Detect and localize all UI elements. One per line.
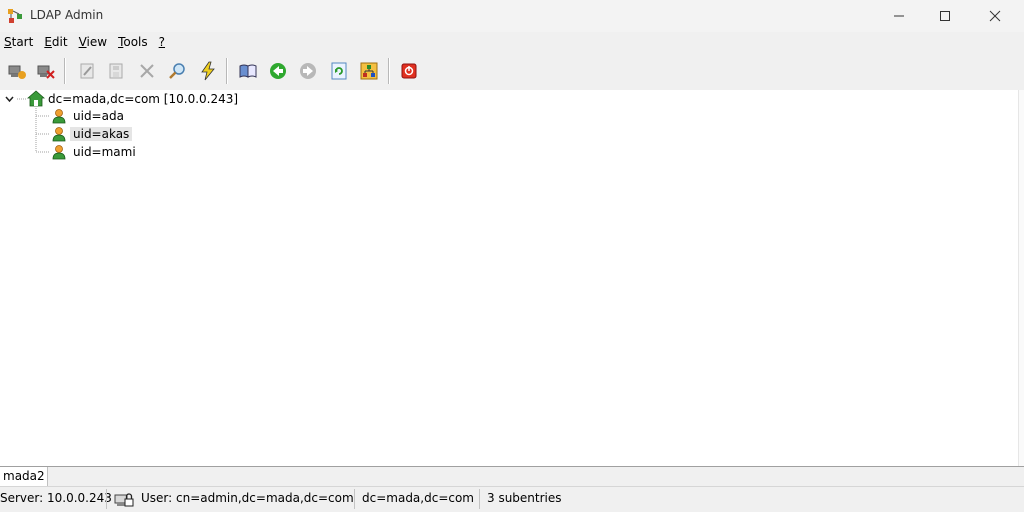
tree-icon [360,62,378,80]
menu-view-accel: V [78,35,87,49]
menu-start[interactable]: Start [0,35,40,49]
maximize-icon [940,11,950,21]
user-icon [52,127,66,142]
save-entry-button[interactable] [106,61,126,81]
status-bar: Server: 10.0.0.243 User: cn=admin,dc=mad… [0,486,1024,512]
minimize-button[interactable] [876,0,922,32]
disconnect-button[interactable] [36,61,56,81]
status-user: User: cn=admin,dc=mada,dc=com [141,491,354,505]
menu-view[interactable]: View [75,35,114,49]
status-separator [354,489,355,509]
tree-node-mami[interactable]: uid=mami [73,145,136,159]
disconnect-icon [37,65,55,79]
user-icon [52,109,66,124]
menu-bar: Start Edit View Tools ? [0,32,1024,52]
save-entry-icon [109,63,123,79]
ldap-admin-app-icon [8,9,22,23]
menu-edit-label: dit [51,35,68,49]
menu-help-accel: ? [158,35,166,49]
status-subentry-count: 3 subentries [487,491,562,505]
menu-edit-accel: E [44,35,52,49]
connection-tab-bar: mada2 [0,466,1024,487]
schema-button[interactable] [238,61,258,81]
edit-entry-button[interactable] [77,61,97,81]
menu-view-label: iew [86,35,108,49]
close-button[interactable] [972,0,1018,32]
close-icon [989,10,1001,22]
user-icon [52,145,66,160]
menu-start-label: tart [11,35,34,49]
refresh-icon [331,62,347,80]
forward-icon [300,63,316,79]
toolbar-separator [226,58,228,84]
menu-edit[interactable]: Edit [40,35,74,49]
quick-action-icon [201,61,215,81]
status-server: Server: 10.0.0.243 [0,491,112,505]
maximize-button[interactable] [922,0,968,32]
ldap-tree-view[interactable]: dc=mada,dc=com [10.0.0.243] uid=ada uid=… [0,90,1018,466]
tree-node-akas-selected[interactable]: uid=akas [70,127,133,141]
menu-tools-label: ools [123,35,148,49]
menu-start-accel: S [4,35,12,49]
exit-button[interactable] [399,61,419,81]
toolbar-separator [64,58,66,84]
forward-button[interactable] [298,61,318,81]
toolbar-separator [388,58,390,84]
vertical-scroll-gutter[interactable] [1018,90,1024,466]
search-button[interactable] [167,61,187,81]
status-separator [479,489,480,509]
menu-help[interactable]: ? [155,35,172,49]
toolbar [0,52,1024,91]
connect-icon [8,65,26,79]
schema-book-icon [239,64,257,78]
quick-action-button[interactable] [198,61,218,81]
refresh-button[interactable] [329,61,349,81]
connect-button[interactable] [7,61,27,81]
tab-mada2[interactable]: mada2 [0,467,48,486]
exit-icon [401,63,417,79]
expand-chevron-down-icon[interactable] [5,95,14,104]
status-base-dn: dc=mada,dc=com [362,491,474,505]
title-bar: LDAP Admin [0,0,1024,32]
tree-node-ada[interactable]: uid=ada [73,109,124,123]
lock-icon [114,493,134,507]
back-button[interactable] [268,61,288,81]
tree-view-button[interactable] [359,61,379,81]
server-root-icon [27,90,45,107]
delete-button[interactable] [137,61,157,81]
tree-root-node[interactable]: dc=mada,dc=com [10.0.0.243] [48,92,238,106]
back-icon [270,63,286,79]
window-title: LDAP Admin [30,8,104,22]
search-icon [169,63,185,79]
menu-tools[interactable]: Tools [114,35,155,49]
edit-entry-icon [80,63,94,79]
status-separator [106,489,107,509]
delete-icon [140,64,154,78]
minimize-icon [894,15,904,17]
